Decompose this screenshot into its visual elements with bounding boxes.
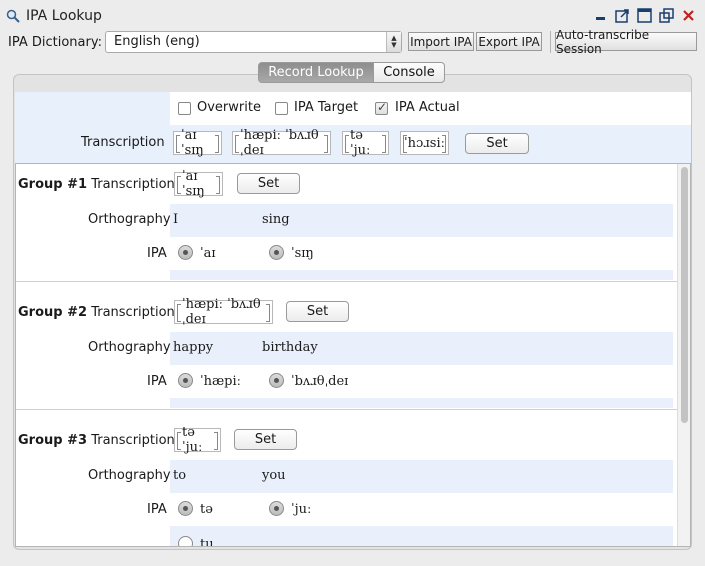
- group-2: Group #2 Transcription ˈhæpiː ˈbʌɹθˌdeɪ …: [16, 292, 678, 408]
- ipa-target-label: IPA Target: [294, 100, 359, 115]
- field-text: ˈaɪ ˈsɪŋ: [182, 169, 205, 199]
- ipa-radio-alternate[interactable]: [178, 536, 193, 546]
- word-text: ˈhɔɹsiː: [404, 135, 445, 151]
- group-2-title: Group #2 Transcription: [18, 305, 175, 320]
- ipa-label: IPA: [147, 246, 167, 261]
- tab-record-lookup[interactable]: Record Lookup: [258, 62, 374, 83]
- ipa-actual-checkbox[interactable]: [375, 100, 388, 115]
- group-3-transcription-field[interactable]: tə ˈjuː: [174, 425, 221, 455]
- tab-console[interactable]: Console: [374, 62, 445, 83]
- record-transcription-label: Transcription: [81, 135, 165, 150]
- orthography-word: I: [173, 212, 179, 227]
- dictionary-select-value: English (eng): [114, 34, 200, 49]
- groups-scroll-area[interactable]: Group #1 Transcription ˈaɪ ˈsɪŋ Set Orth…: [15, 163, 691, 547]
- word-text: ˈhæpiː ˈbʌɹθˌdeɪ: [240, 128, 319, 158]
- record-word-3[interactable]: tə ˈjuː: [342, 128, 389, 158]
- minimize-icon[interactable]: [592, 7, 609, 24]
- toolbar-separator: [550, 31, 551, 53]
- ipa-word: tə: [200, 502, 213, 517]
- ipa-word: ˈbʌɹθˌdeɪ: [291, 374, 349, 389]
- group-footer-band: [170, 526, 673, 546]
- vertical-scrollbar[interactable]: [677, 164, 690, 546]
- export-ipa-button[interactable]: Export IPA: [476, 32, 542, 51]
- restore-icon[interactable]: [658, 7, 675, 24]
- group-2-transcription-field[interactable]: ˈhæpiː ˈbʌɹθˌdeɪ: [174, 297, 273, 327]
- orthography-word: birthday: [262, 340, 318, 355]
- orthography-word: sing: [262, 212, 290, 227]
- group-3-set-button[interactable]: Set: [234, 429, 297, 450]
- orthography-label: Orthography: [88, 468, 171, 483]
- group-footer-band: [170, 270, 673, 280]
- ipa-word: ˈaɪ: [200, 246, 216, 261]
- group-1-title: Group #1 Transcription: [18, 177, 175, 192]
- orthography-word: happy: [173, 340, 214, 355]
- record-word-2[interactable]: ˈhæpiː ˈbʌɹθˌdeɪ: [232, 128, 331, 158]
- dictionary-select[interactable]: English (eng) ▲ ▼: [105, 31, 402, 53]
- ipa-label: IPA: [147, 374, 167, 389]
- ipa-radio[interactable]: [269, 501, 284, 516]
- options-row: Overwrite IPA Target IPA Actual: [170, 92, 691, 125]
- orthography-word: to: [173, 468, 187, 483]
- group-2-set-button[interactable]: Set: [286, 301, 349, 322]
- ipa-radio[interactable]: [178, 501, 193, 516]
- scrollbar-thumb[interactable]: [681, 167, 688, 423]
- record-word-4[interactable]: ˈhɔɹsiː: [400, 131, 449, 155]
- orthography-label: Orthography: [88, 340, 171, 355]
- import-ipa-button[interactable]: Import IPA: [408, 32, 474, 51]
- field-text: ˈhæpiː ˈbʌɹθˌdeɪ: [182, 297, 261, 327]
- group-1: Group #1 Transcription ˈaɪ ˈsɪŋ Set Orth…: [16, 164, 678, 280]
- group-1-set-button[interactable]: Set: [237, 173, 300, 194]
- window-title: IPA Lookup: [26, 7, 102, 24]
- word-text: ˈaɪ ˈsɪŋ: [181, 128, 204, 158]
- up-down-arrows-icon: ▲ ▼: [386, 32, 401, 52]
- record-set-button[interactable]: Set: [465, 133, 529, 154]
- close-icon[interactable]: [680, 7, 697, 24]
- auto-transcribe-session-button[interactable]: Auto-transcribe Session: [555, 28, 697, 56]
- group-3-title: Group #3 Transcription: [18, 433, 175, 448]
- record-word-1[interactable]: ˈaɪ ˈsɪŋ: [173, 128, 222, 158]
- ipa-word: ˈjuː: [291, 502, 312, 517]
- external-window-icon[interactable]: [614, 7, 631, 24]
- overwrite-checkbox[interactable]: [178, 102, 191, 115]
- group-3: Group #3 Transcription tə ˈjuː Set Ortho…: [16, 420, 678, 547]
- ipa-alternate-word: tu: [200, 537, 214, 547]
- orthography-word: you: [262, 468, 286, 483]
- ipa-radio[interactable]: [178, 245, 193, 260]
- group-divider: [16, 409, 678, 410]
- group-label: Group #3: [18, 433, 88, 448]
- ipa-target-checkbox[interactable]: [275, 102, 288, 115]
- ipa-radio[interactable]: [269, 373, 284, 388]
- transcription-label: Transcription: [91, 305, 175, 320]
- field-text: tə ˈjuː: [182, 425, 203, 455]
- group-label: Group #1: [18, 177, 88, 192]
- ipa-radio[interactable]: [178, 373, 193, 388]
- transcription-label: Transcription: [91, 177, 175, 192]
- magnifier-icon: [6, 9, 20, 23]
- word-text: tə ˈjuː: [350, 128, 371, 158]
- dictionary-label: IPA Dictionary:: [8, 35, 102, 50]
- transcription-label: Transcription: [91, 433, 175, 448]
- ipa-actual-label: IPA Actual: [395, 100, 460, 115]
- group-divider: [16, 281, 678, 282]
- orthography-band: [170, 332, 673, 365]
- overwrite-label: Overwrite: [197, 100, 261, 115]
- ipa-word: ˈsɪŋ: [291, 246, 314, 261]
- group-label: Group #2: [18, 305, 88, 320]
- title-bar: IPA Lookup: [0, 0, 705, 31]
- ipa-radio[interactable]: [269, 245, 284, 260]
- ipa-word: ˈhæpiː: [200, 374, 242, 389]
- orthography-band: [170, 460, 673, 493]
- group-1-transcription-field[interactable]: ˈaɪ ˈsɪŋ: [174, 169, 223, 199]
- orthography-band: [170, 204, 673, 237]
- group-footer-band: [170, 398, 673, 408]
- orthography-label: Orthography: [88, 212, 171, 227]
- dictionary-toolbar: IPA Dictionary: English (eng) ▲ ▼ Import …: [0, 28, 705, 56]
- maximize-icon[interactable]: [636, 7, 653, 24]
- tab-bar: Record Lookup Console: [258, 62, 445, 83]
- ipa-label: IPA: [147, 502, 167, 517]
